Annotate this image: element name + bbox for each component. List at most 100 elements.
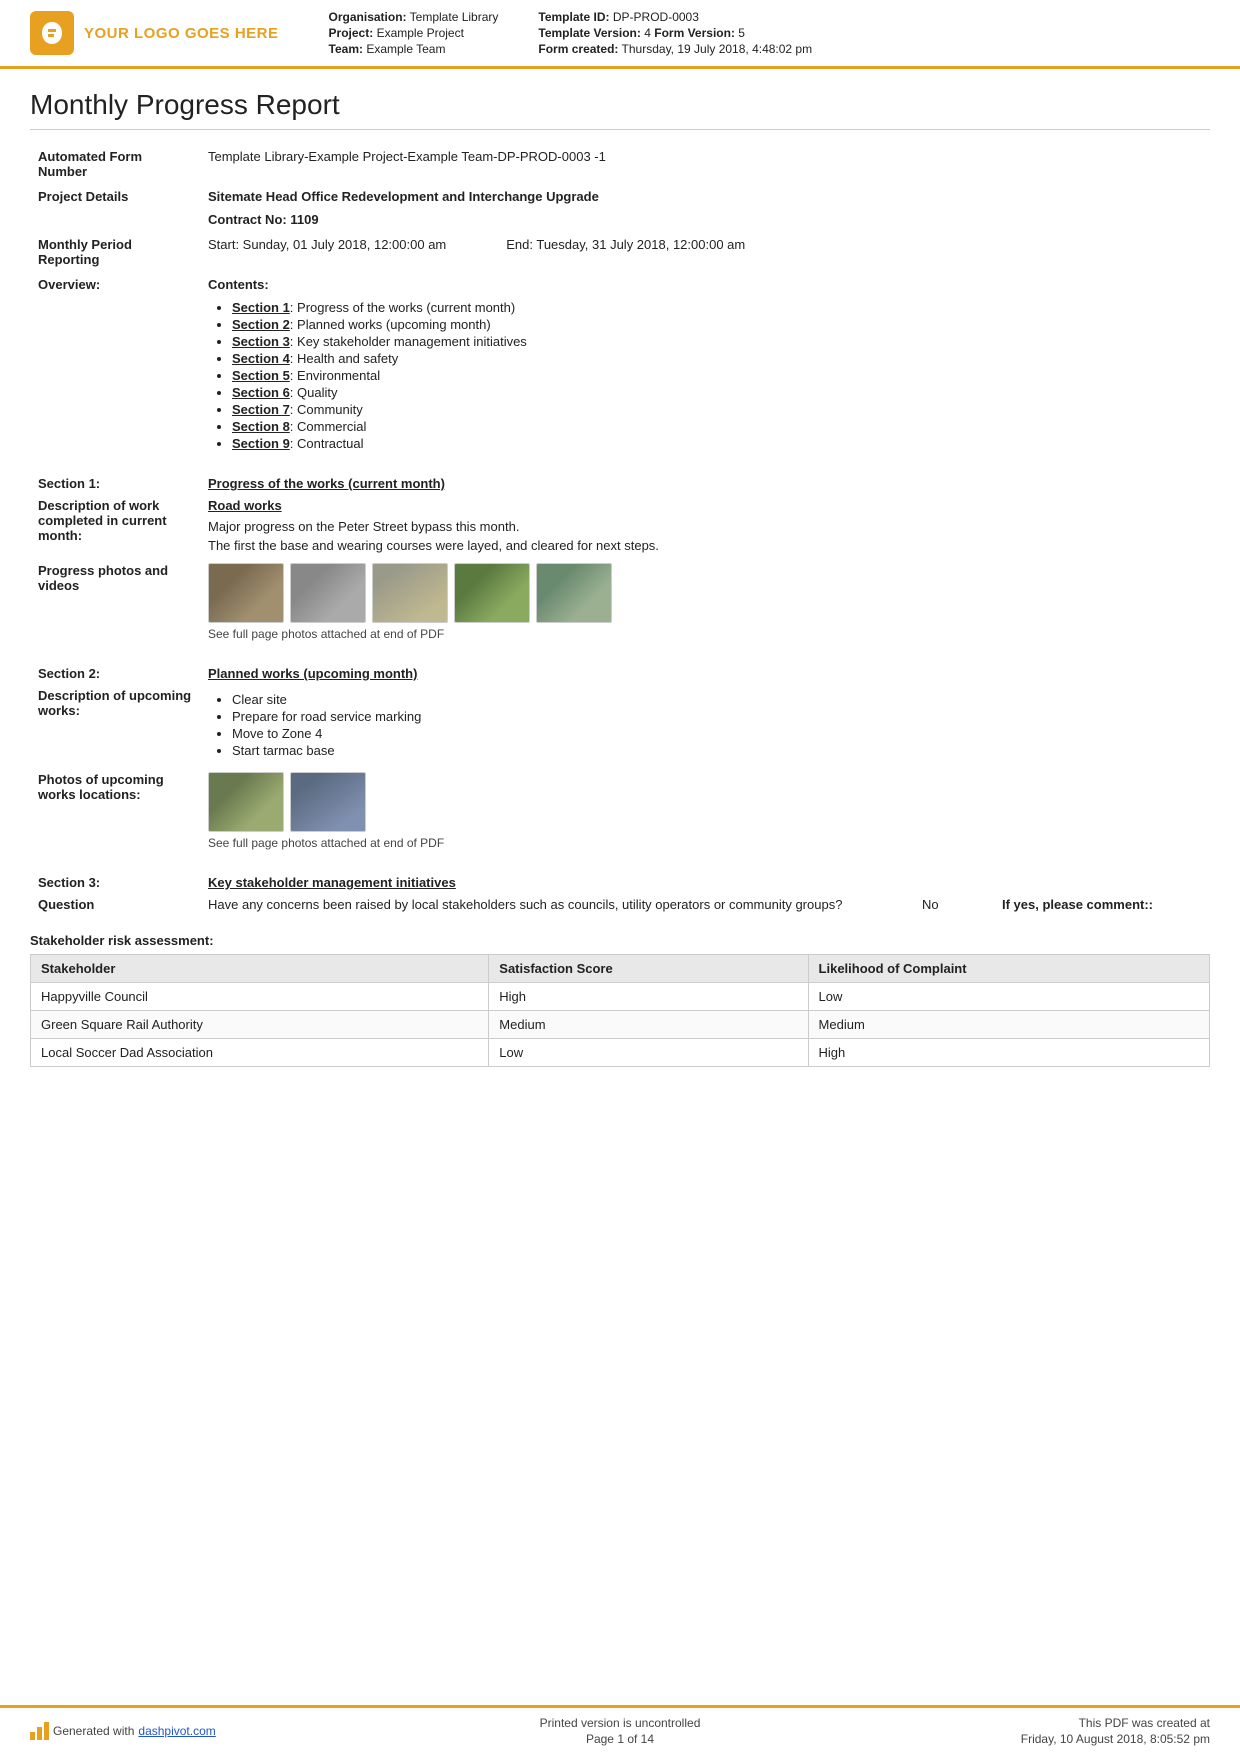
photo-thumb-2 [290,563,366,623]
upcoming-photos-label: Photos of upcoming works locations: [30,767,200,863]
logo-svg [38,19,66,47]
upcoming-photo-thumb-2 [290,772,366,832]
photo-thumb-4 [454,563,530,623]
section1-header-row: Section 1: Progress of the works (curren… [30,464,1210,493]
team-line: Team: Example Team [329,42,499,56]
stakeholder-section: Stakeholder risk assessment: Stakeholder… [30,933,1210,1067]
section3-header-row: Section 3: Key stakeholder management in… [30,863,1210,892]
stake-data-row: Local Soccer Dad AssociationLowHigh [31,1039,1210,1067]
upcoming-work-item: Start tarmac base [232,743,1202,758]
desc-work-label: Description of work completed in current… [30,493,200,558]
project-details-row: Project Details Sitemate Head Office Red… [30,184,1210,232]
stake-data-cell: High [808,1039,1209,1067]
form-number-label: Automated Form Number [30,144,200,184]
section1-title: Progress of the works (current month) [208,476,445,491]
period-row: Monthly Period Reporting Start: Sunday, … [30,232,1210,272]
stake-header-row: StakeholderSatisfaction ScoreLikelihood … [31,955,1210,983]
question-text: Have any concerns been raised by local s… [208,897,902,912]
header-meta: Organisation: Template Library Project: … [299,10,1210,56]
period-label: Monthly Period Reporting [30,232,200,272]
progress-photos [208,563,1202,623]
stake-header-cell: Satisfaction Score [489,955,808,983]
contents-item: Section 7: Community [232,402,1202,417]
question-label: Question [30,892,200,923]
main-content: Monthly Progress Report Automated Form N… [0,69,1240,1705]
form-number-row: Automated Form Number Template Library-E… [30,144,1210,184]
upcoming-work-item: Prepare for road service marking [232,709,1202,724]
header-meta-left: Organisation: Template Library Project: … [329,10,499,56]
upcoming-works-row: Description of upcoming works: Clear sit… [30,683,1210,767]
footer-link[interactable]: dashpivot.com [138,1724,215,1738]
project-details-label: Project Details [30,184,200,232]
project-line: Project: Example Project [329,26,499,40]
generated-text: Generated with [53,1724,134,1738]
road-works-title: Road works [208,498,1202,513]
section2-title: Planned works (upcoming month) [208,666,417,681]
org-line: Organisation: Template Library [329,10,499,24]
upcoming-photos-caption: See full page photos attached at end of … [208,836,1202,850]
question-row-main: Question Have any concerns been raised b… [30,892,1210,923]
logo-area: YOUR LOGO GOES HERE [30,10,279,56]
stake-data-cell: Low [489,1039,808,1067]
contract-info: Contract No: 1109 [208,212,1202,227]
contents-item: Section 4: Health and safety [232,351,1202,366]
upcoming-work-item: Move to Zone 4 [232,726,1202,741]
stake-header-cell: Stakeholder [31,955,489,983]
period-dates: Start: Sunday, 01 July 2018, 12:00:00 am… [208,237,1202,252]
template-id-line: Template ID: DP-PROD-0003 [538,10,812,24]
photos-row: Progress photos and videos See full page… [30,558,1210,654]
footer-center: Printed version is uncontrolled Page 1 o… [423,1716,816,1746]
header-meta-right: Template ID: DP-PROD-0003 Template Versi… [538,10,812,56]
photo-thumb-5 [536,563,612,623]
project-details-value: Sitemate Head Office Redevelopment and I… [208,189,1202,204]
bar2 [37,1727,42,1740]
upcoming-works-list: Clear site Prepare for road service marki… [208,692,1202,758]
footer-logo: Generated with dashpivot.com [30,1722,216,1740]
stake-data-cell: Local Soccer Dad Association [31,1039,489,1067]
form-number-value: Template Library-Example Project-Example… [200,144,1210,184]
road-works-desc1: Major progress on the Peter Street bypas… [208,519,1202,534]
upcoming-works-label: Description of upcoming works: [30,683,200,767]
contents-item: Section 3: Key stakeholder management in… [232,334,1202,349]
stake-header-cell: Likelihood of Complaint [808,955,1209,983]
stake-data-cell: High [489,983,808,1011]
overview-row: Overview: Contents: Section 1: Progress … [30,272,1210,464]
printed-line2: Page 1 of 14 [423,1732,816,1746]
upcoming-work-item: Clear site [232,692,1202,707]
template-version-line: Template Version: 4 Form Version: 5 [538,26,812,40]
contents-list: Section 1: Progress of the works (curren… [208,300,1202,451]
printed-line1: Printed version is uncontrolled [423,1716,816,1730]
created-line2: Friday, 10 August 2018, 8:05:52 pm [817,1732,1210,1746]
upcoming-photo-thumb-1 [208,772,284,832]
logo-icon [30,11,74,55]
stakeholder-title: Stakeholder risk assessment: [30,933,1210,948]
created-line1: This PDF was created at [817,1716,1210,1730]
contents-item: Section 6: Quality [232,385,1202,400]
period-start: Start: Sunday, 01 July 2018, 12:00:00 am [208,237,446,252]
question-if-yes: If yes, please comment:: [1002,897,1202,912]
contents-item: Section 9: Contractual [232,436,1202,451]
stake-data-row: Green Square Rail AuthorityMediumMedium [31,1011,1210,1039]
contents-label: Contents: [208,277,1202,292]
section3-title: Key stakeholder management initiatives [208,875,456,890]
photos-label: Progress photos and videos [30,558,200,654]
bar3 [44,1722,49,1740]
footer-left: Generated with dashpivot.com [30,1722,423,1740]
overview-label: Overview: [30,272,200,464]
upcoming-photos [208,772,1202,832]
upcoming-photos-row: Photos of upcoming works locations: See … [30,767,1210,863]
form-created-line: Form created: Thursday, 19 July 2018, 4:… [538,42,812,56]
contents-item: Section 5: Environmental [232,368,1202,383]
page: YOUR LOGO GOES HERE Organisation: Templa… [0,0,1240,1754]
period-end: End: Tuesday, 31 July 2018, 12:00:00 am [506,237,745,252]
question-answer: No [922,897,982,912]
stake-data-cell: Medium [808,1011,1209,1039]
stake-table-head: StakeholderSatisfaction ScoreLikelihood … [31,955,1210,983]
contents-item: Section 8: Commercial [232,419,1202,434]
report-title: Monthly Progress Report [30,89,1210,130]
contents-item: Section 2: Planned works (upcoming month… [232,317,1202,332]
section3-label: Section 3: [30,863,200,892]
stake-data-cell: Happyville Council [31,983,489,1011]
question-content: Have any concerns been raised by local s… [208,897,1202,912]
section1-label: Section 1: [30,464,200,493]
